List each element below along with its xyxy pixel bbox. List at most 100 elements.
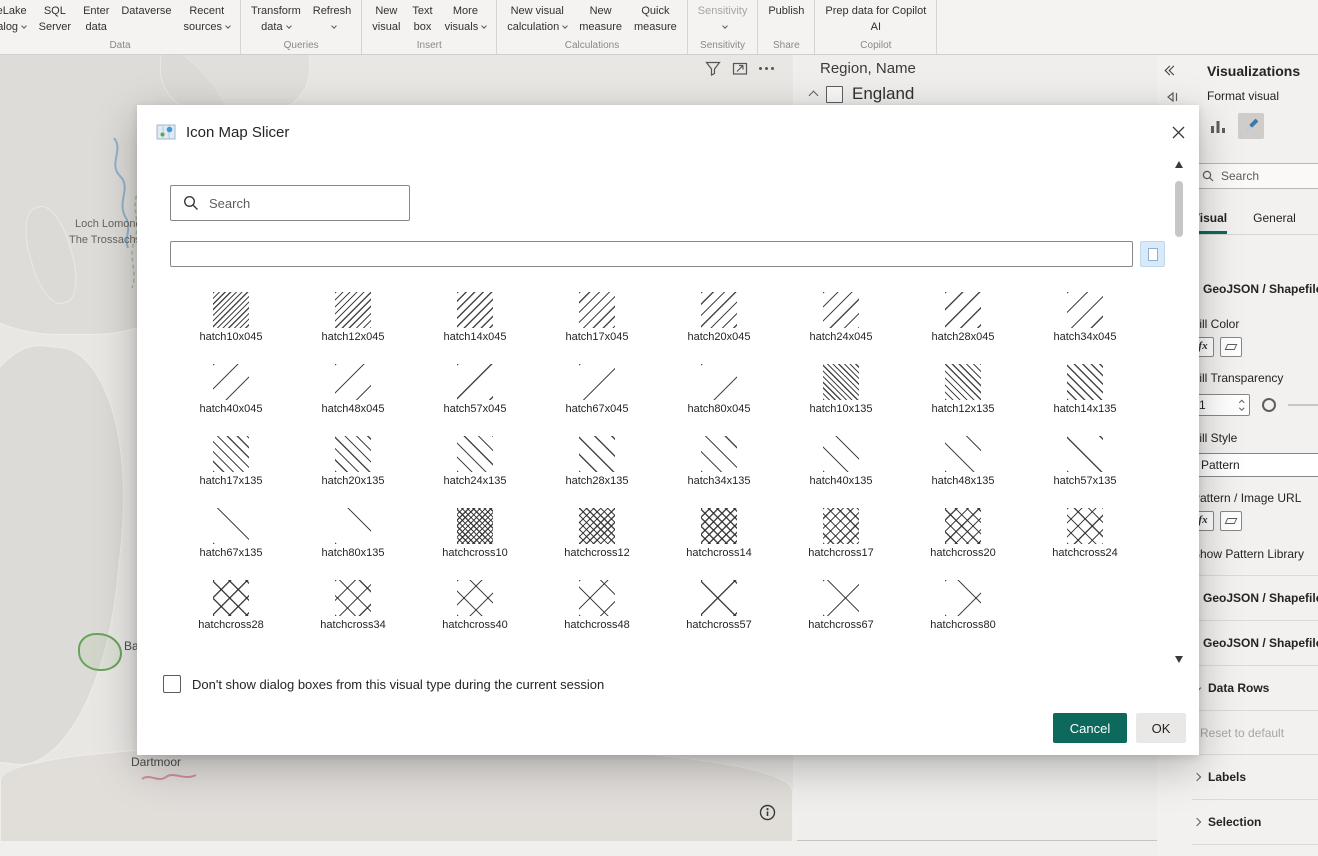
focus-mode-icon[interactable]: [732, 61, 748, 76]
pattern-item-hatch67x045[interactable]: hatch67x045: [536, 364, 658, 415]
ok-button[interactable]: OK: [1136, 713, 1186, 743]
pattern-item-hatch34x045[interactable]: hatch34x045: [1024, 292, 1146, 343]
ribbon-button-new-measure[interactable]: Newmeasure: [573, 2, 628, 36]
pattern-item-hatchcross10[interactable]: hatchcross10: [414, 508, 536, 559]
pattern-item-hatchcross80[interactable]: hatchcross80: [902, 580, 1024, 631]
ribbon-button-text-box[interactable]: Textbox: [406, 2, 438, 36]
pattern-swatch: [335, 364, 371, 400]
pattern-item-hatch12x135[interactable]: hatch12x135: [902, 364, 1024, 415]
slider-knob[interactable]: [1262, 398, 1276, 412]
pattern-item-hatch57x045[interactable]: hatch57x045: [414, 364, 536, 415]
pattern-item-hatch20x045[interactable]: hatch20x045: [658, 292, 780, 343]
pattern-search-box[interactable]: [170, 185, 410, 221]
pattern-item-hatch57x135[interactable]: hatch57x135: [1024, 436, 1146, 487]
pane-search-input[interactable]: [1221, 169, 1305, 183]
pattern-item-hatchcross48[interactable]: hatchcross48: [536, 580, 658, 631]
more-options-icon[interactable]: [759, 60, 774, 76]
ribbon-button-quick-measure[interactable]: Quickmeasure: [628, 2, 683, 36]
pattern-item-hatch48x045[interactable]: hatch48x045: [292, 364, 414, 415]
pane-card-header-geojson-shapefile[interactable]: GeoJSON / Shapefile: [1192, 621, 1318, 665]
cancel-button[interactable]: Cancel: [1053, 713, 1127, 743]
pattern-item-hatch40x135[interactable]: hatch40x135: [780, 436, 902, 487]
pattern-item-hatch14x045[interactable]: hatch14x045: [414, 292, 536, 343]
fill-style-dropdown[interactable]: Pattern: [1192, 453, 1318, 477]
tab-general[interactable]: General: [1253, 211, 1296, 234]
pattern-search-input[interactable]: [209, 196, 409, 211]
copy-button[interactable]: [1140, 241, 1165, 267]
pattern-item-hatch80x045[interactable]: hatch80x045: [658, 364, 780, 415]
ribbon-button-enter-data[interactable]: Enterdata: [77, 2, 115, 36]
pattern-item-hatch20x135[interactable]: hatch20x135: [292, 436, 414, 487]
pane-card-header-user-interface[interactable]: User Interface: [1192, 845, 1318, 856]
pattern-item-hatchcross34[interactable]: hatchcross34: [292, 580, 414, 631]
ribbon-button-transform-data[interactable]: Transformdata: [245, 2, 307, 36]
pattern-item-hatch10x135[interactable]: hatch10x135: [780, 364, 902, 415]
ribbon-button-new-visual-calculation[interactable]: New visualcalculation: [501, 2, 573, 36]
chevron-down-icon: [481, 23, 487, 29]
pattern-item-hatch10x045[interactable]: hatch10x045: [170, 292, 292, 343]
collapse-item-icon[interactable]: [809, 91, 819, 101]
ribbon-button-more-visuals[interactable]: Morevisuals: [439, 2, 493, 36]
pattern-item-hatch17x045[interactable]: hatch17x045: [536, 292, 658, 343]
slicer-item-england[interactable]: England: [810, 84, 914, 104]
england-checkbox[interactable]: [826, 86, 843, 103]
pattern-item-hatch80x135[interactable]: hatch80x135: [292, 508, 414, 559]
pattern-swatch: [823, 436, 859, 472]
close-button[interactable]: [1165, 119, 1191, 145]
pane-card-header-geojson-shapefile[interactable]: GeoJSON / Shapefile: [1192, 576, 1318, 620]
pane-card-header-selection[interactable]: Selection: [1192, 800, 1318, 844]
ribbon-button-onelake-catalog[interactable]: OneLakecatalog: [0, 2, 33, 36]
scroll-down-arrow-icon[interactable]: [1175, 656, 1183, 663]
ribbon-button-dataverse[interactable]: Dataverse: [115, 2, 177, 36]
scrollbar-thumb[interactable]: [1175, 181, 1183, 237]
pane-card-header-data-rows[interactable]: Data Rows: [1192, 666, 1318, 710]
filter-icon[interactable]: [705, 61, 721, 76]
pattern-item-hatch48x135[interactable]: hatch48x135: [902, 436, 1024, 487]
dont-show-checkbox[interactable]: [163, 675, 181, 693]
ribbon-button-publish[interactable]: Publish: [762, 2, 810, 36]
pattern-item-hatch28x045[interactable]: hatch28x045: [902, 292, 1024, 343]
info-icon[interactable]: [759, 804, 776, 826]
reset-field-button[interactable]: [1220, 337, 1242, 357]
ribbon-button-prep-data-for-copilot-ai[interactable]: Prep data for CopilotAI: [819, 2, 932, 36]
pattern-item-hatch28x135[interactable]: hatch28x135: [536, 436, 658, 487]
build-visual-button[interactable]: [1205, 113, 1231, 139]
pattern-item-hatchcross24[interactable]: hatchcross24: [1024, 508, 1146, 559]
reset-to-default-button[interactable]: Reset to default: [1192, 710, 1318, 754]
ribbon-button-sql-server[interactable]: SQLServer: [33, 2, 77, 36]
pattern-item-hatchcross12[interactable]: hatchcross12: [536, 508, 658, 559]
pattern-swatch: [701, 364, 737, 400]
reset-field-button[interactable]: [1220, 511, 1242, 531]
pattern-item-hatchcross67[interactable]: hatchcross67: [780, 580, 902, 631]
format-visual-button[interactable]: [1238, 113, 1264, 139]
dialog-scrollbar[interactable]: [1173, 161, 1186, 663]
pattern-item-hatch24x135[interactable]: hatch24x135: [414, 436, 536, 487]
pattern-item-hatchcross57[interactable]: hatchcross57: [658, 580, 780, 631]
pattern-item-hatch67x135[interactable]: hatch67x135: [170, 508, 292, 559]
show-pattern-library-button[interactable]: Show Pattern Library: [1192, 547, 1318, 561]
pattern-item-hatch17x135[interactable]: hatch17x135: [170, 436, 292, 487]
pattern-item-hatch40x045[interactable]: hatch40x045: [170, 364, 292, 415]
pattern-item-hatchcross40[interactable]: hatchcross40: [414, 580, 536, 631]
pattern-label: hatchcross40: [442, 619, 507, 631]
pattern-item-hatch24x045[interactable]: hatch24x045: [780, 292, 902, 343]
pane-card-header-labels[interactable]: Labels: [1192, 755, 1318, 799]
ribbon-button-sensitivity[interactable]: Sensitivity: [692, 2, 754, 36]
scroll-up-arrow-icon[interactable]: [1175, 161, 1183, 168]
ribbon-button-new-visual[interactable]: Newvisual: [366, 2, 406, 36]
pattern-item-hatch14x135[interactable]: hatch14x135: [1024, 364, 1146, 415]
pattern-item-hatchcross14[interactable]: hatchcross14: [658, 508, 780, 559]
ribbon-button-refresh[interactable]: Refresh: [307, 2, 358, 36]
pattern-item-hatch34x135[interactable]: hatch34x135: [658, 436, 780, 487]
pattern-url-input[interactable]: [170, 241, 1133, 267]
pattern-item-hatchcross20[interactable]: hatchcross20: [902, 508, 1024, 559]
ribbon-button-recent-sources[interactable]: Recentsources: [178, 2, 237, 36]
pane-card-header-geojson-shapefile[interactable]: GeoJSON / Shapefile: [1192, 235, 1318, 303]
pane-search-box[interactable]: [1194, 163, 1318, 189]
pattern-item-hatchcross28[interactable]: hatchcross28: [170, 580, 292, 631]
spinner-buttons[interactable]: [1235, 401, 1249, 410]
fill-transparency-input[interactable]: 1: [1192, 394, 1250, 416]
collapse-pane-button[interactable]: [1166, 67, 1177, 74]
pattern-item-hatch12x045[interactable]: hatch12x045: [292, 292, 414, 343]
pattern-item-hatchcross17[interactable]: hatchcross17: [780, 508, 902, 559]
